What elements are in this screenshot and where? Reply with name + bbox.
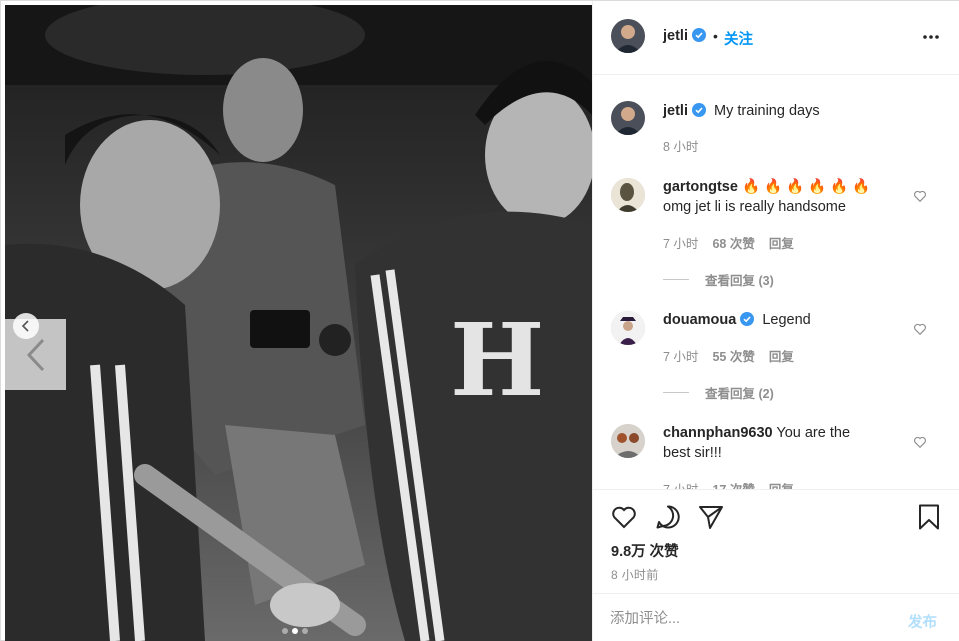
comment-text: 🔥 🔥 🔥 🔥 🔥 🔥 xyxy=(741,179,871,195)
carousel-indicator xyxy=(282,628,308,634)
comment-text: Legend xyxy=(762,312,811,328)
comment-icon[interactable] xyxy=(654,503,682,531)
heart-icon[interactable] xyxy=(610,503,638,531)
comment-likes[interactable]: 17 次赞 xyxy=(712,479,754,489)
replies-line xyxy=(663,392,689,393)
comment-time: 7 小时 xyxy=(663,479,698,489)
post-actions: 9.8万 次赞 8 小时前 xyxy=(593,489,959,593)
like-count[interactable]: 9.8万 次赞 xyxy=(611,540,679,561)
comment-likes[interactable]: 68 次赞 xyxy=(712,233,754,252)
post-header: jetli • 关注 xyxy=(593,1,959,75)
reply-button[interactable]: 回复 xyxy=(769,479,794,489)
post-comment-button[interactable]: 发布 xyxy=(908,611,937,632)
avatar[interactable] xyxy=(611,424,645,458)
chevron-left-icon xyxy=(21,320,29,332)
replies-line xyxy=(663,279,689,280)
carousel-back-button[interactable] xyxy=(13,313,39,339)
comment-input[interactable] xyxy=(610,608,890,630)
carousel-dot xyxy=(282,628,288,634)
add-comment-bar: 发布 xyxy=(593,593,959,641)
follow-button[interactable]: 关注 xyxy=(724,28,753,49)
comment-text: omg jet li is really handsome xyxy=(663,199,846,215)
comment-text: best sir!!! xyxy=(663,445,722,461)
comment-username[interactable]: gartongtse xyxy=(663,179,738,195)
comments-list[interactable]: jetli My training days 8 小时 gartongtse 🔥… xyxy=(593,76,959,489)
separator: • xyxy=(713,28,718,44)
post-timestamp: 8 小时前 xyxy=(611,568,659,582)
carousel-dot xyxy=(302,628,308,634)
reply-button[interactable]: 回复 xyxy=(769,346,794,365)
view-replies-button[interactable]: 查看回复 (2) xyxy=(663,383,774,402)
post-modal: H jetli • 关注 jetli My training days 8 小时… xyxy=(0,0,959,641)
comment-username[interactable]: channphan9630 xyxy=(663,425,773,441)
heart-icon[interactable] xyxy=(913,189,927,203)
avatar[interactable] xyxy=(611,311,645,345)
comment-time: 7 小时 xyxy=(663,237,699,251)
avatar[interactable] xyxy=(611,101,645,135)
svg-text:H: H xyxy=(450,301,544,419)
caption-time: 8 小时 xyxy=(663,140,699,154)
heart-icon[interactable] xyxy=(913,435,927,449)
heart-icon[interactable] xyxy=(913,322,927,336)
verified-icon xyxy=(691,28,706,42)
verified-icon xyxy=(691,103,706,117)
post-photo: H xyxy=(5,5,592,641)
comment-username[interactable]: douamoua xyxy=(663,312,736,328)
view-replies-button[interactable]: 查看回复 (3) xyxy=(663,270,774,289)
verified-icon xyxy=(740,312,755,326)
avatar[interactable] xyxy=(611,178,645,212)
reply-button[interactable]: 回复 xyxy=(769,233,794,252)
comment-likes[interactable]: 55 次赞 xyxy=(712,346,754,365)
bookmark-icon[interactable] xyxy=(915,503,943,531)
post-details-pane: jetli • 关注 jetli My training days 8 小时 g… xyxy=(592,1,959,641)
post-username[interactable]: jetli xyxy=(663,28,706,44)
avatar[interactable] xyxy=(611,19,645,53)
chevron-left-icon xyxy=(26,338,44,371)
comment-username[interactable]: jetli xyxy=(663,103,688,119)
comment-time: 7 小时 xyxy=(663,350,699,364)
comment-text: You are the xyxy=(776,425,851,441)
caption-text: My training days xyxy=(714,103,820,119)
more-icon[interactable] xyxy=(921,29,941,45)
share-icon[interactable] xyxy=(697,503,725,531)
carousel-dot-active xyxy=(292,628,298,634)
